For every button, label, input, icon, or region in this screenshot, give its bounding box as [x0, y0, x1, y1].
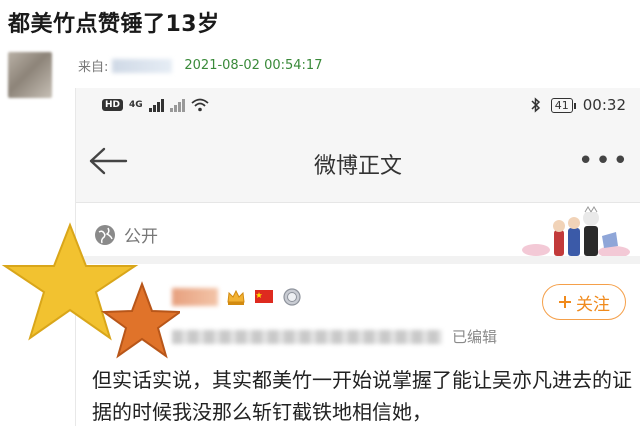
nav-bar: 微博正文 •••: [76, 124, 640, 203]
status-left-group: HD 4G: [102, 98, 209, 112]
crown-icon: [227, 289, 245, 305]
follow-button[interactable]: 关注: [542, 284, 626, 320]
source-label: 来自:: [78, 60, 109, 75]
hd-badge: HD: [102, 99, 124, 111]
plus-icon: [559, 296, 571, 308]
follow-label: 关注: [576, 294, 610, 315]
battery-indicator: 41: [550, 97, 576, 113]
poster-avatar[interactable]: [8, 52, 52, 98]
headline: 都美竹点赞锤了13岁: [8, 12, 220, 37]
signal-icon-2: [169, 98, 185, 112]
post-timestamp: 2021-08-02 00:54:17: [184, 58, 323, 73]
meta-row: 来自: 2021-08-02 00:54:17: [78, 56, 322, 75]
edited-label: 已编辑: [452, 328, 498, 346]
status-time: 00:32: [582, 96, 626, 114]
source-name-blurred: [112, 58, 173, 73]
medal-icon: [283, 288, 301, 306]
bluetooth-icon: [531, 97, 540, 113]
signal-icon: [148, 98, 164, 112]
status-bar: HD 4G 41 00:32: [76, 88, 640, 124]
network-label: 4G: [129, 100, 143, 110]
more-dots-icon[interactable]: •••: [578, 148, 630, 174]
author-info-blurred: [172, 329, 442, 344]
post-body: 但实话实说，其实都美竹一开始说掌握了能让吴亦凡进去的证据的时候我没那么斩钉截铁地…: [92, 368, 632, 424]
author-sub-row: 已编辑: [172, 326, 497, 347]
author-row: [172, 288, 302, 306]
flag-icon: [255, 290, 273, 303]
nav-title: 微博正文: [313, 154, 402, 179]
status-right-group: 41 00:32: [531, 96, 626, 114]
wifi-icon: [191, 98, 209, 112]
star-sticker-icon: [1, 222, 180, 359]
